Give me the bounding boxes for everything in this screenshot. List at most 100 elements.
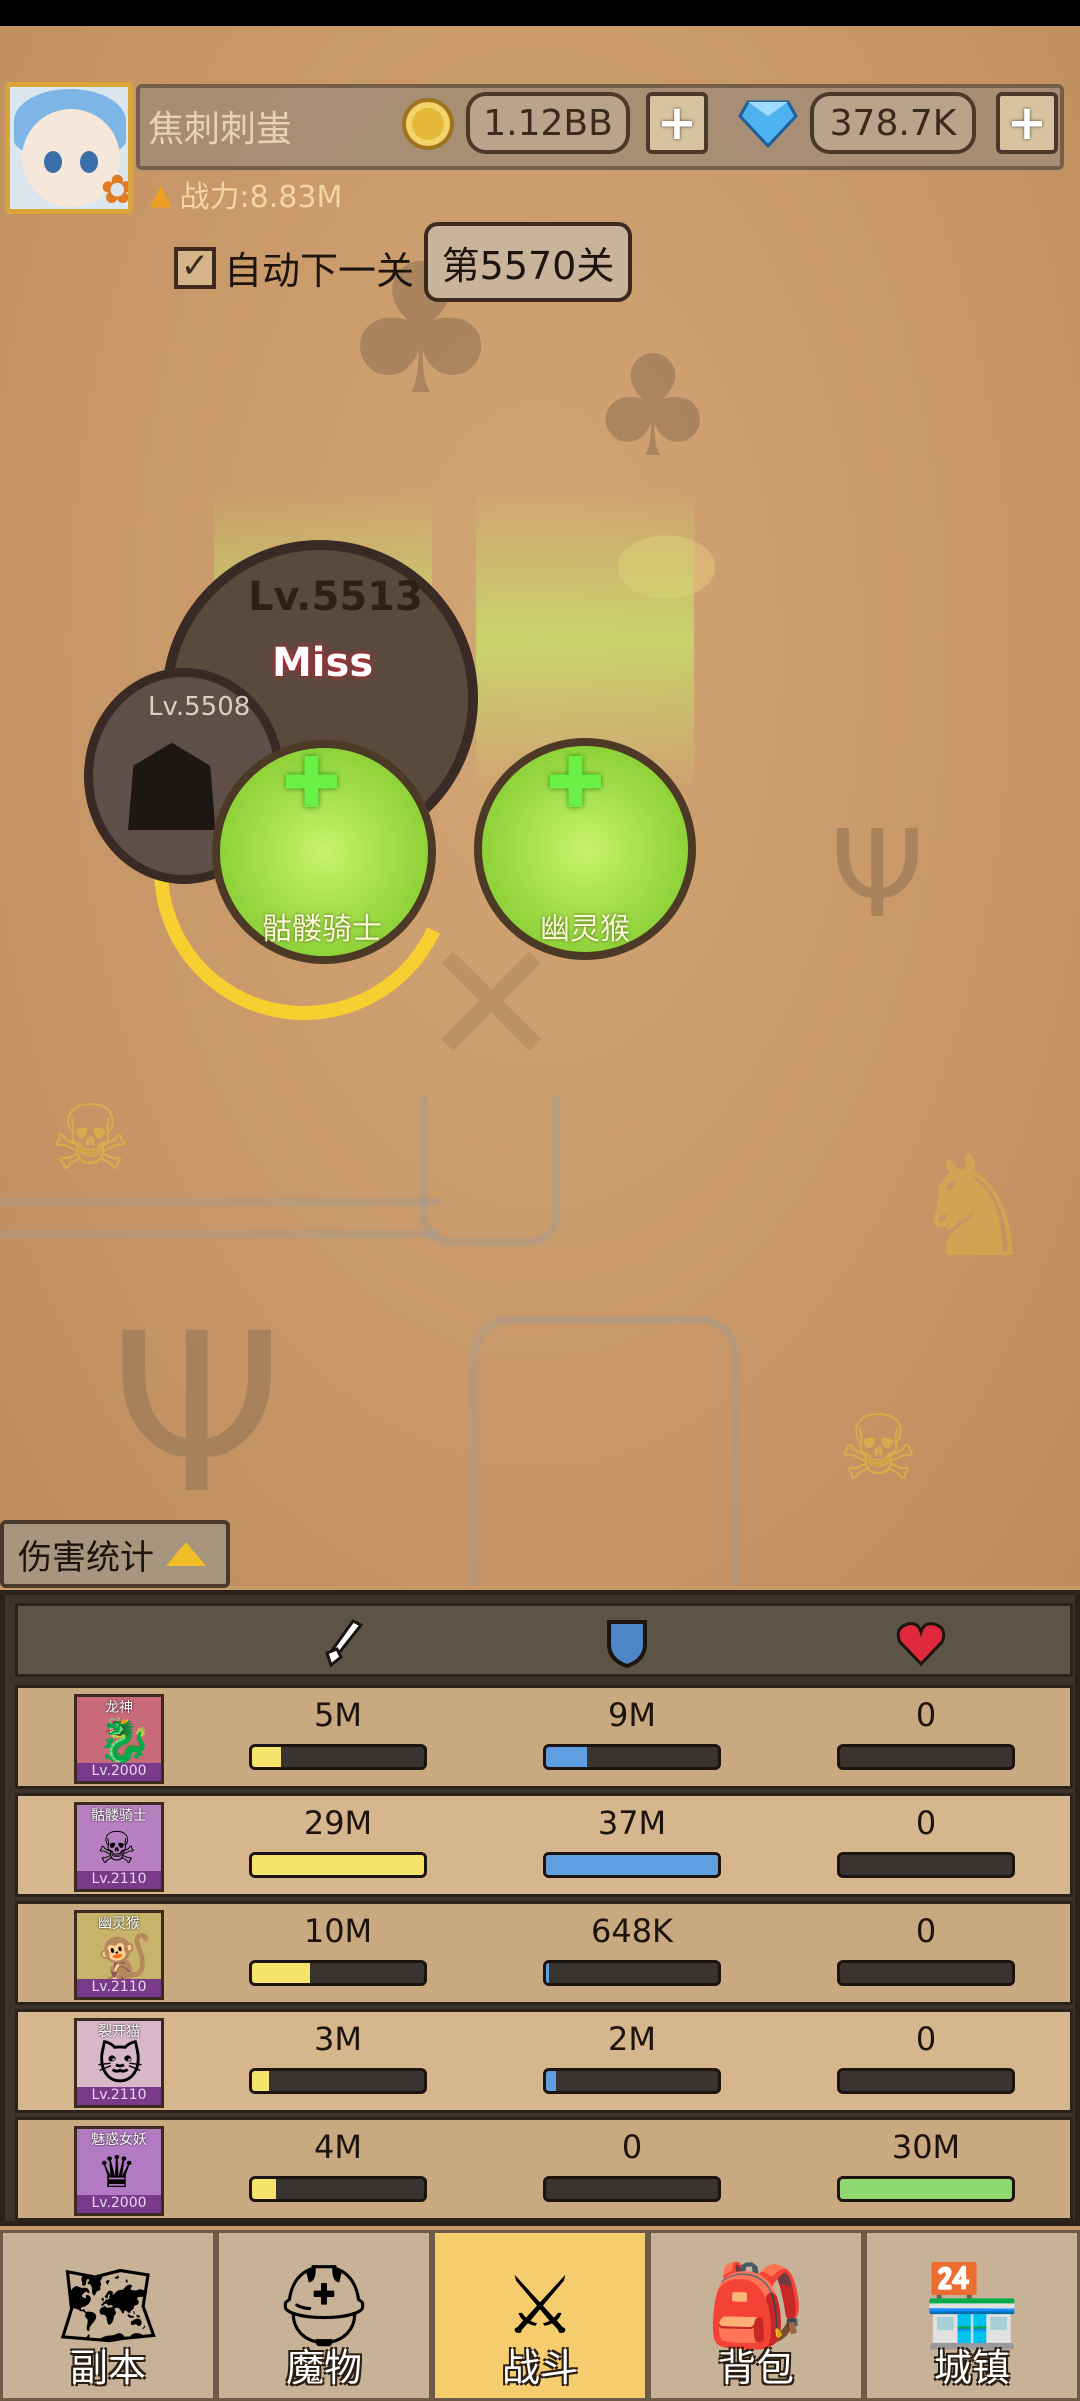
auto-next-label: 自动下一关: [224, 249, 415, 293]
avatar-eye: [44, 151, 62, 173]
combat-power-value: 战力:8.83M: [179, 180, 343, 215]
hero-level: Lv.2000: [77, 2195, 161, 2213]
auto-next-toggle[interactable]: ✓ 自动下一关: [174, 240, 414, 295]
attack-value: 3M: [314, 2020, 362, 2058]
hero-name: 魅惑女妖: [91, 2132, 147, 2148]
damage-stats-panel: 龙神 🐉 Lv.2000 5M 9M 0 骷髅骑士 ☠ Lv.2110 29M 37M 0 幽灵猴 🐒 Lv…: [0, 1590, 1080, 2226]
nav-label: 战斗: [501, 2346, 578, 2390]
bear-icon: ☗: [118, 720, 226, 859]
heart-icon: [896, 1618, 946, 1668]
skull-decoration: ☠: [50, 1086, 131, 1191]
nav-item-shop[interactable]: 🏪 城镇: [864, 2230, 1080, 2401]
miss-text: Miss: [272, 640, 374, 686]
skull-decoration: ☠: [838, 1396, 919, 1501]
heal-bar: [837, 1960, 1015, 1986]
hero-figure-icon: 🐱: [97, 2039, 143, 2090]
heal-value: 0: [915, 1912, 937, 1950]
hero-name: 骷髅骑士: [91, 1808, 147, 1824]
shield-icon: [602, 1618, 652, 1668]
attack-value: 5M: [314, 1696, 362, 1734]
nav-item-crossed-swords[interactable]: ⚔ 战斗: [432, 2230, 648, 2401]
status-bar: [0, 0, 1080, 26]
heal-cross-icon: ✚: [546, 742, 605, 824]
defense-bar-fill: [546, 1747, 588, 1767]
add-gems-button[interactable]: +: [996, 92, 1058, 154]
hero-level: Lv.2110: [77, 1871, 161, 1889]
statue-decoration: ♞: [910, 1126, 1036, 1289]
defense-value: 648K: [590, 1912, 674, 1950]
attack-bar-fill: [252, 2071, 270, 2091]
add-gold-button[interactable]: +: [646, 92, 708, 154]
damage-row: 骷髅骑士 ☠ Lv.2110 29M 37M 0: [15, 1793, 1073, 1897]
hero-level: Lv.2000: [77, 1763, 161, 1781]
nav-label: 魔物: [285, 2346, 362, 2390]
defense-bar: [543, 1852, 721, 1878]
hero-portrait[interactable]: 骷髅骑士 ☠ Lv.2110: [74, 1802, 164, 1892]
defense-bar: [543, 1960, 721, 1986]
hero-portrait[interactable]: 裂开猫 🐱 Lv.2110: [74, 2018, 164, 2108]
attack-bar: [249, 1852, 427, 1878]
defense-bar: [543, 2176, 721, 2202]
heal-bar: [837, 1744, 1015, 1770]
road-path: [0, 1198, 440, 1238]
enemy-bear-level: Lv.5508: [148, 692, 251, 722]
nav-label: 副本: [69, 2346, 146, 2390]
defense-value: 0: [621, 2128, 643, 2166]
auto-next-checkbox[interactable]: ✓: [174, 246, 216, 289]
hero-name: 龙神: [105, 1700, 133, 1716]
damage-stats-label: 伤害统计: [18, 1537, 154, 1578]
defense-bar-fill: [546, 1963, 550, 1983]
bottom-nav: 🗺 副本 ⛑ 魔物 ⚔ 战斗 🎒 背包 🏪 城镇: [0, 2230, 1080, 2401]
diamond-icon: [738, 100, 798, 148]
stage-button[interactable]: 第5570关: [424, 222, 632, 302]
cactus-decoration: Ψ: [830, 806, 925, 945]
defense-bar: [543, 1744, 721, 1770]
damage-row: 魅惑女妖 ♛ Lv.2000 4M 0 30M: [15, 2117, 1073, 2221]
damage-row: 幽灵猴 🐒 Lv.2110 10M 648K 0: [15, 1901, 1073, 2005]
player-avatar[interactable]: ✿: [5, 82, 133, 214]
hero-level: Lv.2110: [77, 2087, 161, 2105]
attack-bar: [249, 2176, 427, 2202]
attack-bar-fill: [252, 1855, 424, 1875]
cactus-decoration: Ψ: [110, 1286, 284, 1542]
hero-portrait[interactable]: 龙神 🐉 Lv.2000: [74, 1694, 164, 1784]
enemy-boss-level: Lv.5513: [248, 574, 423, 620]
nav-item-backpack[interactable]: 🎒 背包: [648, 2230, 864, 2401]
attack-bar: [249, 2068, 427, 2094]
hero-portrait[interactable]: 幽灵猴 🐒 Lv.2110: [74, 1910, 164, 2000]
heal-value: 0: [915, 2020, 937, 2058]
hero-figure-icon: ☠: [97, 1823, 137, 1874]
heal-cross-icon: ✚: [282, 742, 341, 824]
attack-bar: [249, 1960, 427, 1986]
nav-label: 城镇: [933, 2346, 1010, 2390]
hero-name: 裂开猫: [98, 2024, 140, 2040]
heal-value: 0: [915, 1696, 937, 1734]
attack-value: 4M: [314, 2128, 362, 2166]
attack-value: 29M: [303, 1804, 373, 1842]
gold-coin-icon: [402, 98, 454, 150]
defense-value: 2M: [608, 2020, 656, 2058]
maple-leaf-icon: ✿: [100, 167, 133, 213]
nav-item-map[interactable]: 🗺 副本: [0, 2230, 216, 2401]
attack-bar-fill: [252, 2179, 277, 2199]
combat-power: ▲ 战力:8.83M: [150, 172, 342, 216]
power-icon: ▲: [150, 177, 172, 211]
gem-amount: 378.7K: [810, 92, 976, 154]
hero-name: 幽灵猴: [98, 1916, 140, 1932]
hero-figure-icon: ♛: [97, 2147, 137, 2198]
nav-item-helmet[interactable]: ⛑ 魔物: [216, 2230, 432, 2401]
damage-stats-header: [15, 1603, 1073, 1677]
damage-stats-tab[interactable]: 伤害统计: [0, 1520, 230, 1588]
attack-bar-fill: [252, 1747, 282, 1767]
attack-value: 10M: [303, 1912, 373, 1950]
hero-figure-icon: 🐉: [97, 1716, 152, 1767]
hero-portrait[interactable]: 魅惑女妖 ♛ Lv.2000: [74, 2126, 164, 2216]
heal-bar: [837, 2068, 1015, 2094]
road-path: [470, 1316, 740, 1586]
ally-skeleton-knight-name: 骷髅骑士: [262, 912, 382, 947]
tree-decoration: ♣: [590, 326, 716, 489]
road-path: [420, 1096, 560, 1246]
heal-value: 30M: [891, 2128, 961, 2166]
defense-value: 9M: [608, 1696, 656, 1734]
gold-amount: 1.12BB: [466, 92, 630, 154]
